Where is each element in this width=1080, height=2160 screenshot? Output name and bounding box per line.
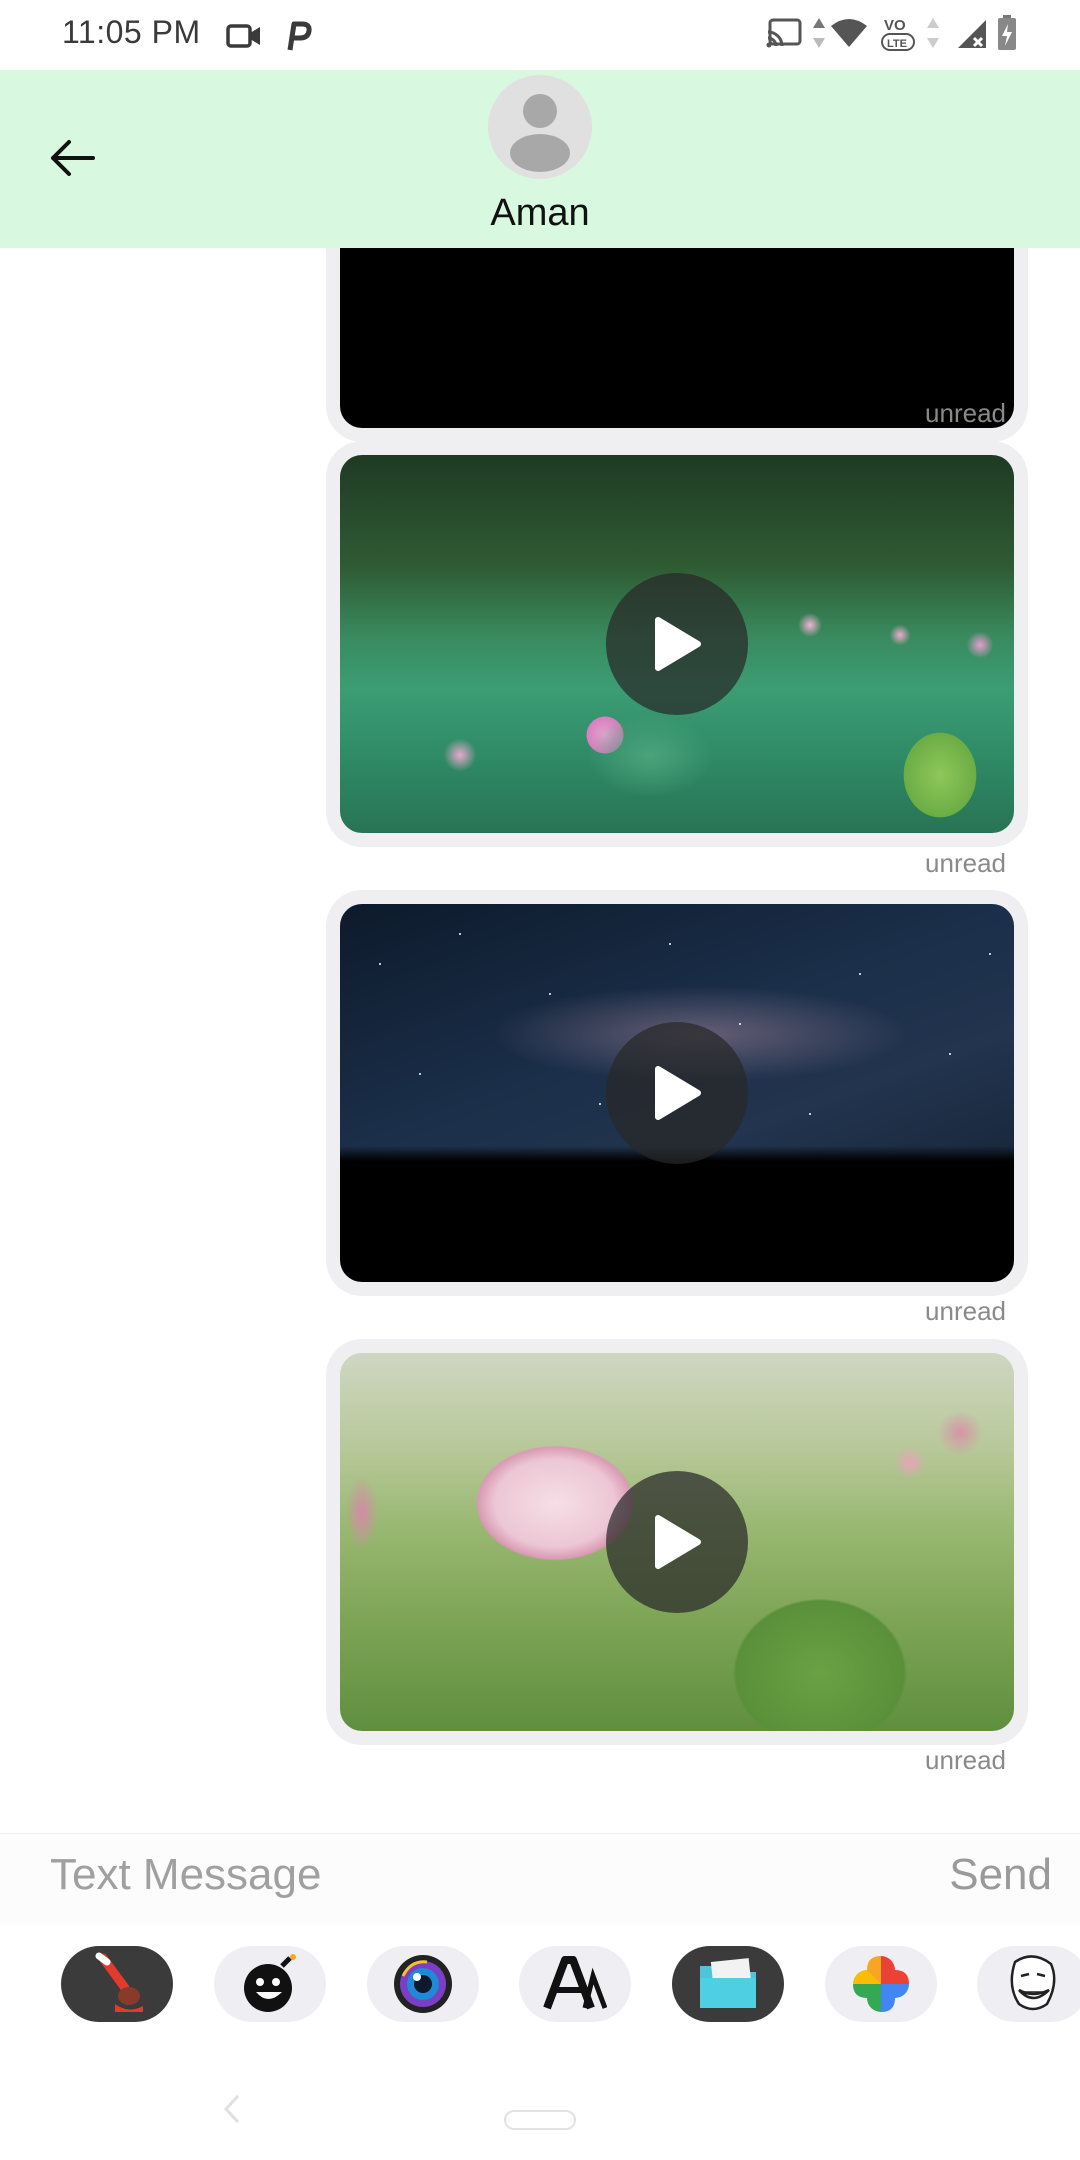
message-bubble[interactable]	[326, 248, 1028, 442]
app-button-meme[interactable]	[977, 1946, 1080, 2022]
app-button-bomb[interactable]	[214, 1946, 326, 2022]
video-camera-icon	[226, 22, 262, 55]
message-status: unread	[925, 848, 1006, 878]
status-bar: 11:05 PM VO LTE	[0, 0, 1080, 70]
play-button[interactable]	[606, 1022, 748, 1164]
message-bubble[interactable]	[326, 1339, 1028, 1745]
google-photos-app-icon	[853, 1956, 909, 2012]
play-button[interactable]	[606, 1471, 748, 1613]
message-bubble[interactable]	[326, 890, 1028, 1296]
camera-lens-app-icon	[394, 1955, 452, 2013]
message-status: unread	[925, 398, 1006, 428]
status-time: 11:05 PM	[62, 14, 201, 50]
compose-bar: Text Message Send	[0, 1833, 1080, 1924]
app-button-text-style[interactable]	[519, 1946, 631, 2022]
chevron-left-icon	[223, 2094, 240, 2124]
signal-icon	[956, 18, 988, 55]
p-app-icon	[284, 20, 312, 57]
conversation-header: Aman	[0, 70, 1080, 248]
app-button-photos[interactable]	[825, 1946, 937, 2022]
message-status: unread	[925, 1745, 1006, 1775]
play-button[interactable]	[606, 573, 748, 715]
app-drawer[interactable]	[0, 1940, 1080, 2030]
data-arrows-icon	[812, 16, 826, 55]
paint-brush-app-icon	[95, 1952, 143, 2012]
contact-name[interactable]: Aman	[0, 192, 1080, 235]
volte-text: VO	[884, 17, 906, 34]
play-icon	[655, 617, 701, 671]
bomb-sticker-app-icon	[244, 1954, 296, 2012]
app-button-camera[interactable]	[367, 1946, 479, 2022]
navigation-bar	[0, 2070, 1080, 2160]
meme-face-app-icon	[1010, 1955, 1056, 2011]
message-list[interactable]: unread unread unread unread	[0, 248, 1080, 1833]
video-thumbnail[interactable]	[340, 248, 1014, 428]
app-button-files[interactable]	[672, 1946, 784, 2022]
battery-icon	[996, 14, 1018, 57]
data-arrows-icon-2	[926, 16, 940, 55]
text-style-app-icon	[543, 1956, 607, 2010]
nav-home-pill[interactable]	[504, 2110, 576, 2130]
files-folder-app-icon	[700, 1958, 756, 2008]
message-bubble[interactable]	[326, 441, 1028, 847]
cast-icon	[766, 18, 802, 53]
volte-icon: VO LTE	[880, 14, 916, 59]
person-avatar-icon	[488, 75, 592, 179]
arrow-left-icon	[51, 140, 95, 176]
lte-text: LTE	[887, 38, 907, 50]
contact-avatar[interactable]	[488, 75, 592, 179]
wifi-icon	[830, 18, 868, 53]
video-thumbnail[interactable]	[340, 1353, 1014, 1731]
video-thumbnail[interactable]	[340, 904, 1014, 1282]
send-button[interactable]: Send	[949, 1850, 1052, 1900]
nav-back-button[interactable]	[222, 2092, 242, 2131]
message-status: unread	[925, 1296, 1006, 1326]
app-button-paint[interactable]	[61, 1946, 173, 2022]
back-button[interactable]	[40, 126, 104, 190]
play-icon	[655, 1066, 701, 1120]
message-input[interactable]: Text Message	[50, 1850, 321, 1900]
play-icon	[655, 1515, 701, 1569]
video-thumbnail[interactable]	[340, 455, 1014, 833]
